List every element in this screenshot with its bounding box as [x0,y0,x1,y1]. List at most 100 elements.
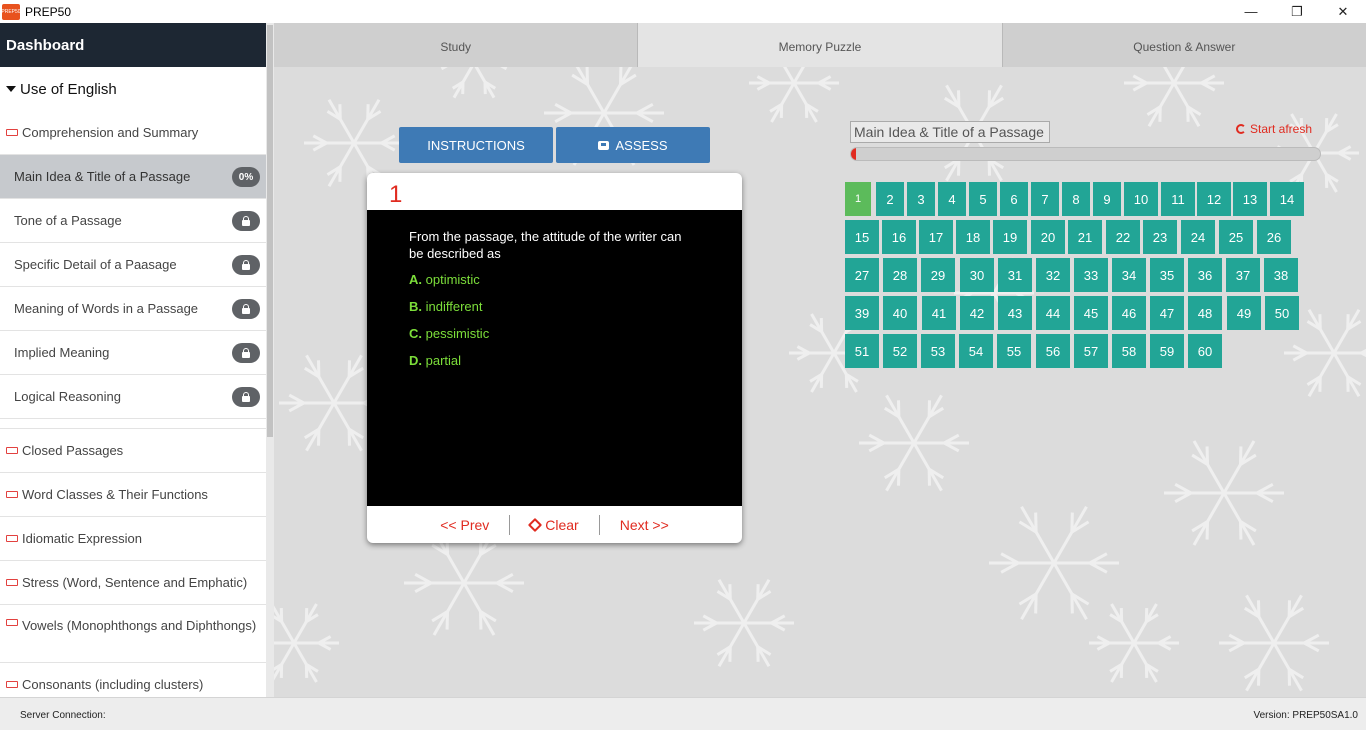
puzzle-cell[interactable]: 46 [1112,296,1146,330]
puzzle-cell[interactable]: 58 [1112,334,1146,368]
puzzle-cell[interactable]: 48 [1188,296,1222,330]
puzzle-cell[interactable]: 56 [1036,334,1070,368]
tab-study[interactable]: Study [274,23,639,67]
section-use-of-english[interactable]: Use of English [0,67,266,111]
puzzle-cell[interactable]: 55 [997,334,1031,368]
puzzle-cell[interactable]: 19 [993,220,1027,254]
sidebar-scrollbar[interactable] [266,23,274,697]
puzzle-cell[interactable]: 47 [1150,296,1184,330]
puzzle-cell[interactable]: 17 [919,220,953,254]
puzzle-cell[interactable]: 27 [845,258,879,292]
option-a[interactable]: A. optimistic [409,272,480,287]
assess-button[interactable]: ASSESS [556,127,710,163]
puzzle-cell[interactable]: 36 [1188,258,1222,292]
subtopic-item[interactable]: Meaning of Words in a Passage [0,287,266,331]
main-area: Study Memory Puzzle Question & Answer IN… [274,23,1366,697]
puzzle-cell[interactable]: 15 [845,220,879,254]
instructions-button[interactable]: INSTRUCTIONS [399,127,553,163]
puzzle-cell[interactable]: 41 [922,296,956,330]
minimize-button[interactable]: — [1228,0,1274,23]
puzzle-cell[interactable]: 1 [845,182,871,216]
puzzle-cell[interactable]: 29 [921,258,955,292]
puzzle-cell[interactable]: 23 [1143,220,1177,254]
puzzle-cell[interactable]: 11 [1161,182,1195,216]
dashboard-link[interactable]: Dashboard [0,23,266,67]
puzzle-cell[interactable]: 16 [882,220,916,254]
puzzle-cell[interactable]: 34 [1112,258,1146,292]
puzzle-cell[interactable]: 10 [1124,182,1158,216]
puzzle-cell[interactable]: 57 [1074,334,1108,368]
puzzle-cell[interactable]: 44 [1036,296,1070,330]
puzzle-cell[interactable]: 45 [1074,296,1108,330]
puzzle-cell[interactable]: 37 [1226,258,1260,292]
puzzle-cell[interactable]: 9 [1093,182,1121,216]
subtopic-item[interactable]: Logical Reasoning [0,375,266,419]
topic-item[interactable]: Vowels (Monophthongs and Diphthongs) [0,605,266,663]
window-controls: — ❐ ✕ [1228,0,1366,23]
puzzle-cell[interactable]: 4 [938,182,966,216]
puzzle-cell[interactable]: 28 [883,258,917,292]
topic-item[interactable]: Idiomatic Expression [0,517,266,561]
puzzle-cell[interactable]: 42 [960,296,994,330]
topic-icon [6,535,18,542]
next-button[interactable]: Next >> [600,517,689,533]
assess-icon [598,140,610,150]
option-c[interactable]: C. pessimistic [409,326,489,341]
puzzle-cell[interactable]: 18 [956,220,990,254]
clear-button[interactable]: Clear [510,517,598,533]
puzzle-cell[interactable]: 54 [959,334,993,368]
topic-item[interactable]: Consonants (including clusters) [0,663,266,697]
puzzle-cell[interactable]: 51 [845,334,879,368]
puzzle-cell[interactable]: 25 [1219,220,1253,254]
puzzle-cell[interactable]: 35 [1150,258,1184,292]
puzzle-cell[interactable]: 33 [1074,258,1108,292]
topic-item[interactable]: Stress (Word, Sentence and Emphatic) [0,561,266,605]
close-button[interactable]: ✕ [1320,0,1366,23]
tab-memory-puzzle[interactable]: Memory Puzzle [638,23,1003,67]
start-afresh-link[interactable]: Start afresh [1236,122,1312,136]
puzzle-cell[interactable]: 7 [1031,182,1059,216]
puzzle-cell[interactable]: 12 [1197,182,1231,216]
restore-button[interactable]: ❐ [1274,0,1320,23]
puzzle-cell[interactable]: 32 [1036,258,1070,292]
puzzle-cell[interactable]: 22 [1106,220,1140,254]
option-d[interactable]: D. partial [409,353,461,368]
puzzle-cell[interactable]: 52 [883,334,917,368]
assess-label: ASSESS [615,137,668,153]
puzzle-cell[interactable]: 31 [998,258,1032,292]
puzzle-cell[interactable]: 38 [1264,258,1298,292]
puzzle-cell[interactable]: 21 [1068,220,1102,254]
puzzle-cell[interactable]: 43 [998,296,1032,330]
puzzle-cell[interactable]: 13 [1233,182,1267,216]
puzzle-cell[interactable]: 2 [876,182,904,216]
puzzle-cell[interactable]: 60 [1188,334,1222,368]
tab-question-answer[interactable]: Question & Answer [1002,23,1366,67]
topic-item[interactable]: Closed Passages [0,429,266,473]
puzzle-cell[interactable]: 14 [1270,182,1304,216]
puzzle-cell[interactable]: 39 [845,296,879,330]
option-b[interactable]: B. indifferent [409,299,482,314]
subtopic-item[interactable]: Specific Detail of a Paasage [0,243,266,287]
topic-comprehension[interactable]: Comprehension and Summary [0,111,266,155]
puzzle-cell[interactable]: 5 [969,182,997,216]
subtopic-label: Main Idea & Title of a Passage [14,169,191,184]
topic-item[interactable]: Word Classes & Their Functions [0,473,266,517]
puzzle-cell[interactable]: 8 [1062,182,1090,216]
subtopic-item[interactable]: Implied Meaning [0,331,266,375]
puzzle-cell[interactable]: 30 [960,258,994,292]
scrollbar-thumb[interactable] [267,25,273,437]
puzzle-cell[interactable]: 53 [921,334,955,368]
puzzle-cell[interactable]: 20 [1031,220,1065,254]
puzzle-cell[interactable]: 59 [1150,334,1184,368]
puzzle-cell[interactable]: 3 [907,182,935,216]
puzzle-cell[interactable]: 6 [1000,182,1028,216]
puzzle-cell[interactable]: 24 [1181,220,1215,254]
subtopic-item[interactable]: Tone of a Passage [0,199,266,243]
puzzle-cell[interactable]: 40 [883,296,917,330]
puzzle-cell[interactable]: 26 [1257,220,1291,254]
lock-shape [242,259,250,270]
puzzle-cell[interactable]: 49 [1227,296,1261,330]
subtopic-item[interactable]: Main Idea & Title of a Passage 0% [0,155,266,199]
puzzle-cell[interactable]: 50 [1265,296,1299,330]
prev-button[interactable]: << Prev [420,517,509,533]
